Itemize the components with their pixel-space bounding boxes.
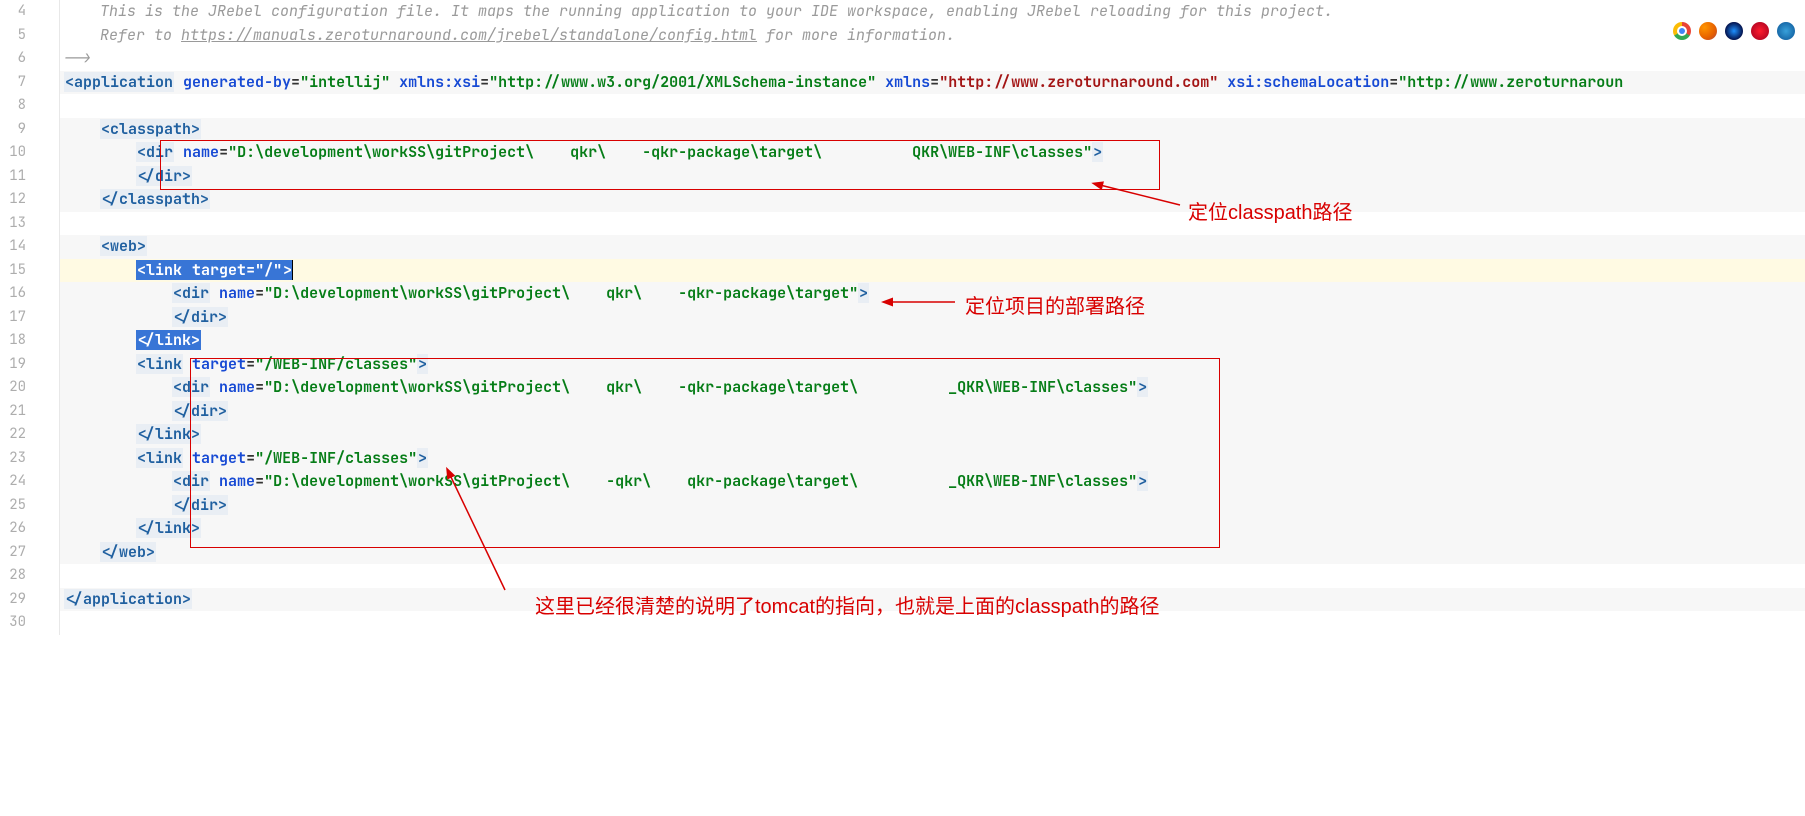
code-line[interactable]: <dir name="D:\development\workSS\gitProj… bbox=[60, 282, 1805, 306]
code-editor[interactable]: 45678910 11121314151617 18192021222324 2… bbox=[0, 0, 1805, 635]
code-line[interactable] bbox=[60, 94, 1805, 118]
code-line[interactable]: </link> bbox=[60, 517, 1805, 541]
code-line[interactable] bbox=[60, 564, 1805, 588]
opera-icon bbox=[1751, 22, 1769, 40]
code-line[interactable]: <link target="/WEB-INF/classes"> bbox=[60, 353, 1805, 377]
code-line[interactable]: </web> bbox=[60, 541, 1805, 565]
code-line[interactable] bbox=[60, 212, 1805, 236]
code-line[interactable]: <classpath> bbox=[60, 118, 1805, 142]
chrome-icon bbox=[1673, 22, 1691, 40]
code-line[interactable]: <web> bbox=[60, 235, 1805, 259]
fold-column[interactable] bbox=[46, 0, 60, 635]
code-line[interactable]: This is the JRebel configuration file. I… bbox=[60, 0, 1805, 24]
code-line[interactable]: <link target="/WEB-INF/classes"> bbox=[60, 447, 1805, 471]
code-line[interactable]: </link> bbox=[60, 423, 1805, 447]
safari-icon bbox=[1725, 22, 1743, 40]
code-line[interactable]: </dir> bbox=[60, 165, 1805, 189]
firefox-icon bbox=[1699, 22, 1717, 40]
line-number-gutter: 45678910 11121314151617 18192021222324 2… bbox=[0, 0, 46, 635]
code-line[interactable]: <application generated-by="intellij" xml… bbox=[60, 71, 1805, 95]
ie-icon bbox=[1777, 22, 1795, 40]
code-line[interactable]: <dir name="D:\development\workSS\gitProj… bbox=[60, 376, 1805, 400]
code-line[interactable]: </link> bbox=[60, 329, 1805, 353]
code-line[interactable]: </application> bbox=[60, 588, 1805, 612]
code-line-current[interactable]: <link target="/"> bbox=[60, 259, 1805, 283]
code-line[interactable] bbox=[60, 611, 1805, 635]
code-line[interactable]: Refer to https://manuals.zeroturnaround.… bbox=[60, 24, 1805, 48]
code-line[interactable]: </dir> bbox=[60, 306, 1805, 330]
code-line[interactable]: </dir> bbox=[60, 494, 1805, 518]
code-line[interactable]: --> bbox=[60, 47, 1805, 71]
code-line[interactable]: </dir> bbox=[60, 400, 1805, 424]
code-line[interactable]: </classpath> bbox=[60, 188, 1805, 212]
code-line[interactable]: <dir name="D:\development\workSS\gitProj… bbox=[60, 470, 1805, 494]
code-area[interactable]: This is the JRebel configuration file. I… bbox=[60, 0, 1805, 635]
code-line[interactable]: <dir name="D:\development\workSS\gitProj… bbox=[60, 141, 1805, 165]
text-caret bbox=[292, 260, 293, 280]
browser-icon-strip bbox=[1673, 22, 1795, 40]
